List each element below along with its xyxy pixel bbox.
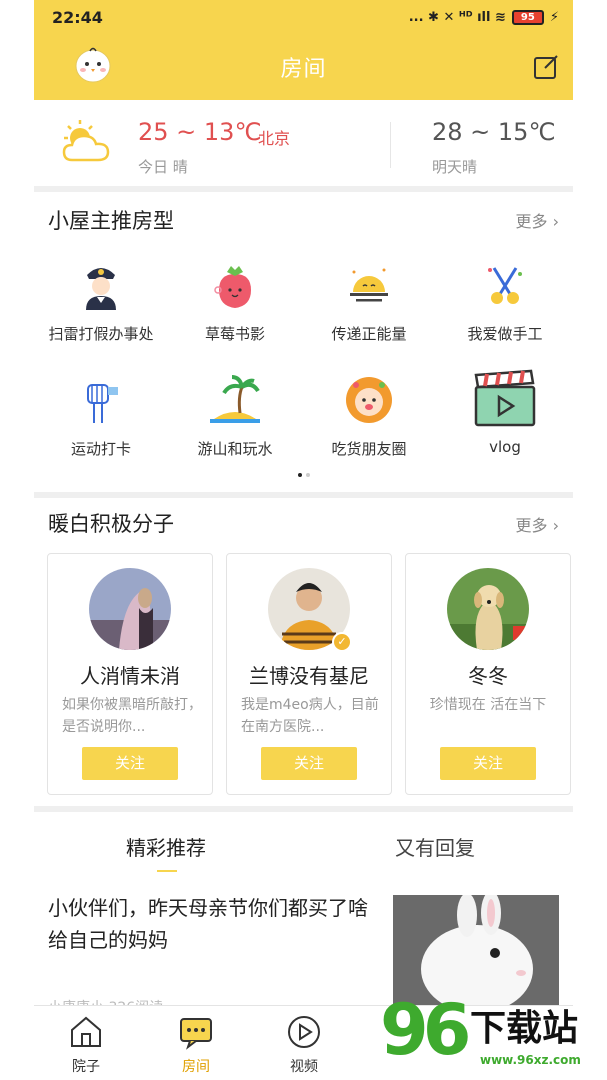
watermark-logo-number: 96 bbox=[380, 989, 471, 1071]
strawberry-icon bbox=[214, 266, 251, 308]
weather-panel: 25 ~ 13℃ 北京 今日 晴 28 ~ 15℃ 明天晴 bbox=[34, 100, 573, 186]
app-screen: 22:44 ... ✱ ✕ ᴴᴰ ıll ≋ 95 ⚡ 房间 25 ~ 13℃ … bbox=[34, 0, 573, 1080]
follow-button[interactable]: 关注 bbox=[261, 747, 357, 780]
tomorrow-temperature: 28 ~ 15℃ bbox=[432, 118, 556, 146]
room-item-anti-fraud[interactable]: 扫雷打假办事处 bbox=[34, 260, 168, 344]
house-icon bbox=[71, 1016, 101, 1047]
room-item-sports[interactable]: 运动打卡 bbox=[34, 375, 168, 459]
nav-video[interactable]: 视频 bbox=[274, 1014, 334, 1076]
police-icon bbox=[86, 268, 116, 310]
member-name: 兰博没有基尼 bbox=[249, 664, 369, 688]
nav-label: 视频 bbox=[290, 1059, 318, 1075]
top-nav-bar: 房间 bbox=[34, 34, 573, 100]
room-item-label: 草莓书影 bbox=[204, 325, 265, 343]
member-card[interactable]: 冬冬 珍惜现在 活在当下 关注 bbox=[405, 553, 571, 795]
weather-city[interactable]: 北京 bbox=[258, 125, 290, 149]
member-bio: 我是m4eo病人，目前在南方医院... bbox=[241, 697, 379, 735]
status-bar: 22:44 ... ✱ ✕ ᴴᴰ ıll ≋ 95 ⚡ bbox=[34, 0, 573, 34]
nav-room[interactable]: 房间 bbox=[166, 1014, 226, 1076]
charging-icon: ⚡ bbox=[549, 9, 559, 25]
tab-recommended[interactable]: 精彩推荐 bbox=[126, 832, 206, 861]
room-item-strawberry[interactable]: 草莓书影 bbox=[168, 260, 302, 344]
active-tab-indicator bbox=[157, 870, 177, 872]
follow-button[interactable]: 关注 bbox=[82, 747, 178, 780]
today-weather-desc: 今日 晴 bbox=[138, 158, 188, 176]
member-card[interactable]: ✓ 兰博没有基尼 我是m4eo病人，目前在南方医院... 关注 bbox=[226, 553, 392, 795]
member-card[interactable]: 人消情未消 如果你被黑暗所敲打，是否说明你... 关注 bbox=[47, 553, 213, 795]
status-indicator-icons: ... ✱ ✕ ᴴᴰ ıll ≋ bbox=[408, 9, 506, 25]
members-more-link[interactable]: 更多 › bbox=[516, 512, 560, 536]
status-icons: ... ✱ ✕ ᴴᴰ ıll ≋ 95 ⚡ bbox=[408, 9, 559, 25]
room-item-handcraft[interactable]: 我爱做手工 bbox=[438, 260, 572, 344]
room-item-vlog[interactable]: vlog bbox=[438, 369, 572, 456]
page-dot bbox=[305, 473, 310, 477]
tomorrow-weather-desc: 明天晴 bbox=[432, 158, 478, 176]
watermark-url: www.96xz.com bbox=[480, 1053, 581, 1067]
page-indicator bbox=[34, 473, 573, 477]
member-name: 冬冬 bbox=[468, 664, 508, 688]
status-time: 22:44 bbox=[52, 7, 103, 27]
chat-room-icon bbox=[180, 1018, 212, 1050]
room-item-label: vlog bbox=[489, 438, 521, 456]
room-item-label: 传递正能量 bbox=[331, 325, 407, 343]
page-dot-active bbox=[297, 473, 302, 477]
section-divider bbox=[34, 492, 573, 498]
sun-cloud-icon bbox=[62, 120, 110, 162]
watermark-logo-text: 下载站 bbox=[470, 1008, 579, 1049]
room-item-positive-energy[interactable]: 传递正能量 bbox=[302, 260, 436, 344]
room-item-label: 游山和玩水 bbox=[197, 440, 273, 458]
rooms-section-title: 小屋主推房型 bbox=[48, 209, 174, 233]
feed-tabs: 精彩推荐 又有回复 bbox=[34, 815, 573, 877]
site-watermark: 96 下载站 www.96xz.com bbox=[380, 989, 607, 1080]
sunrise-icon bbox=[350, 268, 388, 302]
scissors-icon bbox=[488, 267, 522, 304]
play-circle-icon bbox=[288, 1016, 320, 1048]
chevron-right-icon: › bbox=[547, 516, 559, 535]
fist-icon bbox=[87, 384, 118, 423]
member-name: 人消情未消 bbox=[80, 664, 180, 688]
room-item-foodie[interactable]: 吃货朋友圈 bbox=[302, 375, 436, 459]
member-avatar[interactable] bbox=[447, 568, 529, 650]
rooms-more-link[interactable]: 更多 › bbox=[516, 208, 560, 232]
members-section-title: 暖白积极分子 bbox=[48, 512, 174, 536]
follow-button[interactable]: 关注 bbox=[440, 747, 536, 780]
foodie-icon bbox=[346, 377, 392, 423]
member-bio: 珍惜现在 活在当下 bbox=[429, 697, 547, 713]
member-avatar[interactable] bbox=[89, 568, 171, 650]
today-temperature: 25 ~ 13℃ bbox=[138, 118, 262, 146]
nav-label: 房间 bbox=[182, 1059, 210, 1075]
room-item-travel[interactable]: 游山和玩水 bbox=[168, 375, 302, 459]
room-item-label: 吃货朋友圈 bbox=[331, 440, 407, 458]
rooms-more-label: 更多 bbox=[515, 212, 548, 231]
page-title: 房间 bbox=[280, 57, 327, 82]
room-item-label: 运动打卡 bbox=[70, 440, 131, 458]
section-divider bbox=[34, 186, 573, 192]
nav-label: 院子 bbox=[72, 1059, 100, 1075]
island-icon bbox=[210, 375, 260, 423]
edit-icon[interactable] bbox=[533, 54, 559, 80]
feed-post[interactable]: 小伙伴们，昨天母亲节你们都买了啥给自己的妈妈 小康康小 326阅读 bbox=[34, 880, 573, 1016]
weather-divider bbox=[390, 122, 391, 168]
room-item-label: 扫雷打假办事处 bbox=[48, 325, 154, 343]
member-bio: 如果你被黑暗所敲打，是否说明你... bbox=[62, 697, 202, 735]
chevron-right-icon: › bbox=[547, 212, 559, 231]
battery-icon: 95 bbox=[511, 9, 544, 25]
room-item-label: 我爱做手工 bbox=[467, 325, 543, 343]
nav-yard[interactable]: 院子 bbox=[56, 1014, 116, 1076]
members-more-label: 更多 bbox=[515, 516, 548, 535]
section-divider bbox=[34, 806, 573, 812]
post-title: 小伙伴们，昨天母亲节你们都买了啥给自己的妈妈 bbox=[48, 896, 368, 952]
tab-replies[interactable]: 又有回复 bbox=[395, 832, 475, 861]
verified-badge-icon: ✓ bbox=[332, 632, 352, 652]
clapperboard-icon bbox=[474, 369, 536, 427]
